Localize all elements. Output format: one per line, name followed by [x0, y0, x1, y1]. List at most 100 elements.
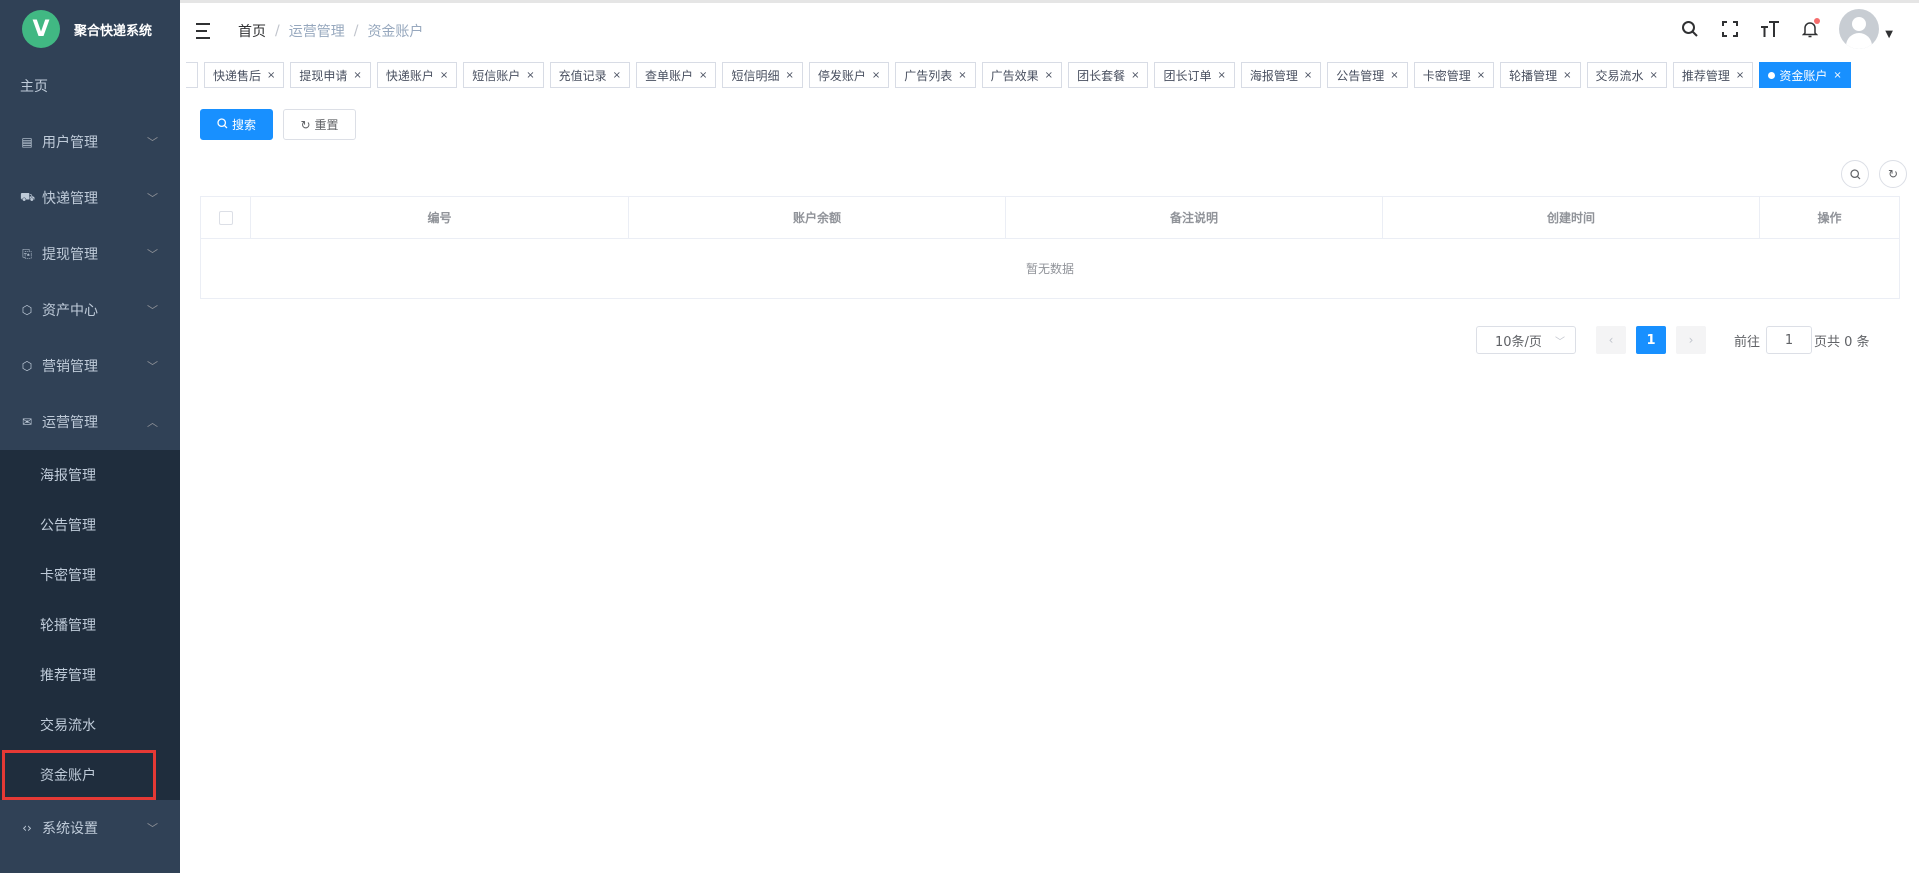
- close-icon[interactable]: ×: [1045, 70, 1053, 81]
- close-icon[interactable]: ×: [1390, 70, 1398, 81]
- close-icon[interactable]: ×: [526, 70, 534, 81]
- tag-item[interactable]: 公告管理 ×: [1327, 62, 1408, 88]
- close-icon[interactable]: ×: [958, 70, 966, 81]
- tag-item[interactable]: 快递售后 ×: [204, 62, 285, 88]
- close-icon[interactable]: ×: [1833, 70, 1841, 81]
- tag-item[interactable]: 团长订单 ×: [1154, 62, 1235, 88]
- sidebar-item-home[interactable]: 主页: [0, 58, 180, 114]
- tag-item[interactable]: 团长套餐 ×: [1068, 62, 1149, 88]
- sidebar-item-notices[interactable]: 公告管理: [0, 500, 180, 550]
- sidebar-item-label: 运营管理: [42, 415, 98, 431]
- chevron-down-icon: ﹀: [147, 822, 158, 835]
- sidebar-item-transactions[interactable]: 交易流水: [0, 700, 180, 750]
- tag-item[interactable]: 广告效果 ×: [981, 62, 1063, 88]
- close-icon[interactable]: ×: [699, 70, 707, 81]
- chevron-down-icon: ﹀: [147, 248, 158, 261]
- sidebar-item-fund-accounts[interactable]: 资金账户: [2, 750, 156, 800]
- sidebar-item-label: 资产中心: [42, 303, 98, 319]
- prev-page-button[interactable]: ‹: [1596, 326, 1626, 354]
- sidebar-item-label: 系统设置: [42, 821, 98, 837]
- refresh-button[interactable]: ↻: [1879, 160, 1907, 188]
- tag-item[interactable]: 海报管理 ×: [1240, 62, 1322, 88]
- notification-dot: [1814, 18, 1821, 24]
- chevron-down-icon: ﹀: [147, 192, 158, 205]
- tag-item[interactable]: 查单账户 ×: [636, 62, 717, 88]
- reset-button[interactable]: ↻ 重置: [283, 109, 356, 140]
- select-all-cell: [201, 197, 251, 238]
- close-icon[interactable]: ×: [1304, 70, 1312, 81]
- page-number-current[interactable]: 1: [1636, 326, 1666, 354]
- close-icon[interactable]: ×: [1736, 70, 1744, 81]
- sidebar-item-users[interactable]: ▤ 用户管理 ﹀: [0, 114, 180, 170]
- close-icon[interactable]: ×: [1217, 70, 1225, 81]
- close-icon[interactable]: ×: [872, 70, 880, 81]
- table-header: 编号 账户余额 备注说明 创建时间 操作: [201, 197, 1899, 239]
- tag-item[interactable]: 广告列表 ×: [895, 62, 976, 88]
- tag-item[interactable]: 充值记录 ×: [549, 62, 631, 88]
- column-header: 操作: [1817, 211, 1842, 225]
- sidebar-item-recommend[interactable]: 推荐管理: [0, 650, 180, 700]
- fullscreen-icon[interactable]: [1719, 18, 1741, 40]
- sidebar-item-carousel[interactable]: 轮播管理: [0, 600, 180, 650]
- operations-submenu: 海报管理 公告管理 卡密管理 轮播管理 推荐管理 交易流水 资金账户: [0, 450, 180, 800]
- close-icon[interactable]: ×: [440, 70, 448, 81]
- hamburger-icon[interactable]: [196, 22, 216, 39]
- breadcrumb-level1: 运营管理: [288, 23, 345, 40]
- sidebar: V 聚合快递系统 主页 ▤ 用户管理 ﹀ ⛟ 快递管理 ﹀ ⎘ 提现管理 ﹀ ⬡…: [0, 0, 180, 873]
- sidebar-item-assets[interactable]: ⬡ 资产中心 ﹀: [0, 282, 180, 338]
- tag-item-active[interactable]: 资金账户 ×: [1759, 62, 1851, 88]
- search-icon: [1849, 168, 1860, 179]
- tag-item[interactable]: 卡密管理 ×: [1413, 62, 1495, 88]
- goto-page-input[interactable]: 1: [1766, 326, 1813, 354]
- caret-down-icon[interactable]: ▼: [1885, 29, 1893, 40]
- close-icon[interactable]: ×: [1477, 70, 1485, 81]
- tag-overflow[interactable]: [186, 62, 198, 88]
- breadcrumb-separator: /: [353, 22, 359, 39]
- tag-item[interactable]: 短信账户 ×: [463, 62, 544, 88]
- tag-item[interactable]: 快递账户 ×: [376, 62, 458, 88]
- search-button[interactable]: 搜索: [200, 109, 273, 140]
- chevron-down-icon: ﹀: [147, 304, 158, 317]
- mail-icon: ✉: [21, 415, 33, 429]
- close-icon[interactable]: ×: [267, 70, 275, 81]
- search-icon[interactable]: [1679, 18, 1701, 40]
- close-icon[interactable]: ×: [785, 70, 793, 81]
- sidebar-item-label: 用户管理: [42, 135, 98, 151]
- close-icon[interactable]: ×: [1131, 70, 1139, 81]
- data-table: 编号 账户余额 备注说明 创建时间 操作 暂无数据: [200, 196, 1900, 299]
- close-icon[interactable]: ×: [613, 70, 621, 81]
- close-icon[interactable]: ×: [353, 70, 361, 81]
- sidebar-item-withdraw[interactable]: ⎘ 提现管理 ﹀: [0, 226, 180, 282]
- toggle-search-button[interactable]: [1841, 160, 1869, 188]
- breadcrumb-home[interactable]: 首页: [238, 21, 266, 41]
- sidebar-item-express[interactable]: ⛟ 快递管理 ﹀: [0, 170, 180, 226]
- database-icon: ▤: [21, 135, 33, 149]
- tag-item[interactable]: 交易流水 ×: [1586, 62, 1667, 88]
- tag-item[interactable]: 推荐管理 ×: [1672, 62, 1754, 88]
- tag-item[interactable]: 提现申请 ×: [290, 62, 371, 88]
- chevron-down-icon: ﹀: [147, 136, 158, 149]
- next-page-button[interactable]: ›: [1676, 326, 1706, 354]
- total-text: 页共 0 条: [1814, 334, 1870, 350]
- select-all-checkbox[interactable]: [218, 210, 233, 225]
- sidebar-item-operations[interactable]: ✉ 运营管理 ︿: [0, 394, 180, 450]
- tag-item[interactable]: 轮播管理 ×: [1500, 62, 1581, 88]
- tag-item[interactable]: 停发账户 ×: [808, 62, 890, 88]
- column-header: 备注说明: [1006, 197, 1383, 238]
- tags-view: 快递售后 × 提现申请 × 快递账户 × 短信账户 × 充值记录 × 查单账户 × 短信明细…: [180, 58, 1919, 92]
- package-icon: ⛟: [20, 190, 36, 204]
- main-content: 搜索 ↻ 重置 ↻ 编号 账户余额 备注说明 创建时间 操作 暂无数据 10条/…: [180, 92, 1919, 873]
- tag-item[interactable]: 短信明细 ×: [722, 62, 803, 88]
- sidebar-item-marketing[interactable]: ⬡ 营销管理 ﹀: [0, 338, 180, 394]
- avatar[interactable]: [1839, 9, 1880, 49]
- close-icon[interactable]: ×: [1563, 70, 1571, 81]
- bell-icon[interactable]: [1799, 18, 1821, 40]
- sidebar-item-card-keys[interactable]: 卡密管理: [0, 550, 180, 600]
- sidebar-item-posters[interactable]: 海报管理: [0, 450, 180, 500]
- cube-icon: ⬡: [21, 303, 33, 317]
- sidebar-item-settings[interactable]: ‹› 系统设置 ﹀: [0, 800, 180, 856]
- close-icon[interactable]: ×: [1650, 70, 1658, 81]
- page-size-select[interactable]: 10条/页 ﹀: [1476, 326, 1576, 354]
- goto-label: 前往: [1734, 334, 1761, 350]
- font-size-icon[interactable]: [1759, 18, 1781, 40]
